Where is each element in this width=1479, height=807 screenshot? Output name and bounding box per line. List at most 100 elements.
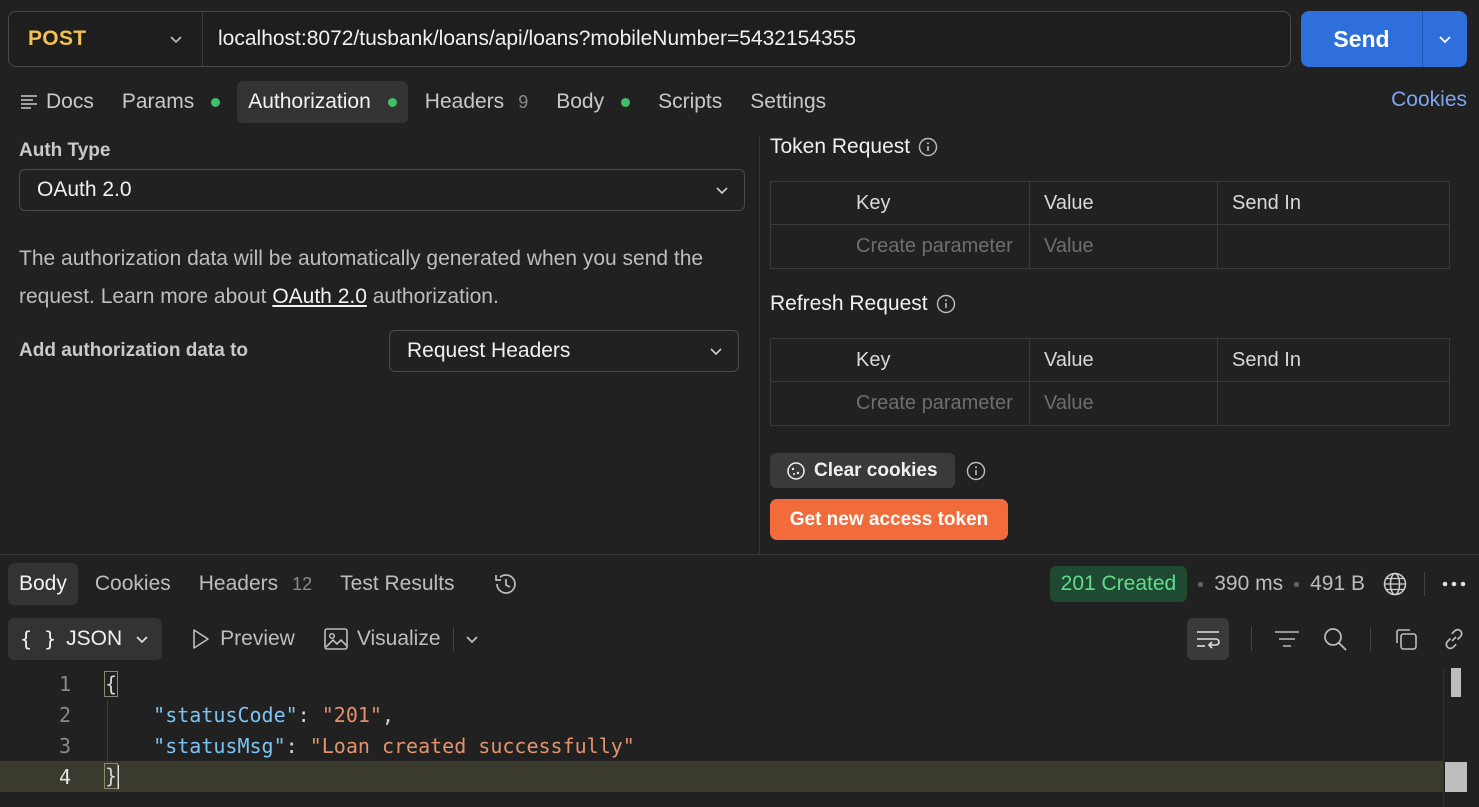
- key-input[interactable]: Create parameter: [771, 225, 1030, 268]
- code-content: {: [103, 670, 119, 697]
- token-request-table: Key Value Send In Create parameter Value: [770, 181, 1450, 269]
- scrollbar-thumb[interactable]: [1451, 668, 1461, 697]
- response-size[interactable]: 491 B: [1310, 572, 1365, 596]
- add-auth-data-select[interactable]: Request Headers: [389, 330, 739, 372]
- add-auth-data-value: Request Headers: [407, 339, 571, 362]
- format-label: JSON: [66, 627, 123, 650]
- response-tabs: Body Cookies Headers 12 Test Results: [8, 563, 520, 605]
- info-icon[interactable]: [966, 461, 986, 481]
- scroll-position-marker: [1445, 762, 1467, 792]
- url-input[interactable]: localhost:8072/tusbank/loans/api/loans?m…: [203, 27, 856, 51]
- globe-icon[interactable]: [1382, 571, 1408, 597]
- method-label: POST: [28, 27, 87, 50]
- code-content: }: [103, 762, 120, 790]
- tab-response-body[interactable]: Body: [8, 563, 78, 605]
- tab-label: Body: [556, 90, 605, 113]
- button-label: Clear cookies: [814, 459, 938, 481]
- cookies-link[interactable]: Cookies: [1391, 88, 1467, 112]
- search-icon[interactable]: [1322, 626, 1348, 652]
- modified-dot: [387, 97, 397, 107]
- response-body-editor[interactable]: 1 { 2 "statusCode": "201", 3 "statusMsg"…: [0, 668, 1479, 807]
- tab-body[interactable]: Body: [545, 81, 641, 123]
- column-header: Send In: [1218, 339, 1449, 382]
- send-button-group: Send: [1301, 11, 1467, 67]
- key-input[interactable]: Create parameter: [771, 382, 1030, 425]
- tab-label: Params: [121, 90, 195, 113]
- scrollbar-track: [1443, 668, 1444, 807]
- tab-label: Authorization: [248, 90, 371, 113]
- response-status-area: 201 Created 390 ms 491 B: [1049, 566, 1467, 602]
- line-number: 1: [58, 671, 71, 696]
- separator-dot: [1294, 581, 1300, 587]
- tab-test-results[interactable]: Test Results: [329, 563, 465, 605]
- tab-label: Body: [19, 572, 67, 595]
- chevron-down-icon: [170, 36, 182, 44]
- auth-type-value: OAuth 2.0: [37, 178, 132, 201]
- info-icon[interactable]: [918, 137, 938, 157]
- indent-guide: [107, 700, 108, 762]
- refresh-request-table: Key Value Send In Create parameter Value: [770, 338, 1450, 426]
- response-toolbar: { } JSON Preview Visualize: [8, 618, 480, 660]
- tab-label: Headers: [198, 572, 279, 595]
- code-line-current: 4 }: [0, 761, 1443, 792]
- section-title: Refresh Request: [770, 292, 928, 315]
- chevron-down-icon[interactable]: [464, 631, 480, 647]
- send-in-select[interactable]: [1218, 225, 1449, 268]
- visualize-button[interactable]: Visualize: [323, 627, 441, 651]
- desc-text-end: authorization.: [366, 285, 499, 308]
- tab-label: Test Results: [340, 572, 455, 595]
- code-line: 2 "statusCode": "201",: [0, 699, 1443, 730]
- json-key: "statusMsg": [153, 733, 286, 758]
- request-bar: POST localhost:8072/tusbank/loans/api/lo…: [8, 11, 1291, 67]
- image-icon: [324, 628, 348, 650]
- auth-type-label: Auth Type: [19, 140, 111, 161]
- auth-type-select[interactable]: OAuth 2.0: [19, 169, 745, 211]
- auth-description: The authorization data will be automatic…: [19, 240, 739, 316]
- tab-label: Docs: [46, 90, 94, 113]
- wrap-lines-button[interactable]: [1187, 618, 1229, 660]
- format-select[interactable]: { } JSON: [8, 618, 163, 660]
- get-new-access-token-button[interactable]: Get new access token: [770, 499, 1008, 540]
- tab-response-cookies[interactable]: Cookies: [84, 563, 182, 605]
- json-value: "201": [321, 702, 382, 727]
- response-time[interactable]: 390 ms: [1214, 572, 1283, 596]
- divider: [1370, 627, 1371, 651]
- section-title: Token Request: [770, 135, 911, 158]
- more-options-icon[interactable]: [1441, 580, 1467, 588]
- tab-authorization[interactable]: Authorization: [237, 81, 408, 123]
- divider: [1251, 627, 1252, 651]
- separator-dot: [1198, 581, 1204, 587]
- docs-icon: [21, 95, 37, 109]
- chevron-down-icon: [136, 636, 148, 644]
- send-button[interactable]: Send: [1301, 11, 1423, 67]
- history-icon[interactable]: [492, 570, 520, 598]
- tab-response-headers[interactable]: Headers 12: [188, 563, 323, 605]
- tab-scripts[interactable]: Scripts: [647, 81, 733, 123]
- tab-docs[interactable]: Docs: [8, 81, 105, 123]
- tab-headers[interactable]: Headers 9: [414, 81, 539, 123]
- send-options-button[interactable]: [1423, 11, 1467, 67]
- info-icon[interactable]: [936, 294, 956, 314]
- column-header: Key: [771, 182, 1030, 225]
- oauth-docs-link[interactable]: OAuth 2.0: [272, 285, 367, 308]
- send-in-select[interactable]: [1218, 382, 1449, 425]
- value-input[interactable]: Value: [1030, 225, 1218, 268]
- value-input[interactable]: Value: [1030, 382, 1218, 425]
- column-header: Value: [1030, 182, 1218, 225]
- refresh-request-title: Refresh Request: [770, 292, 956, 316]
- filter-icon[interactable]: [1274, 629, 1300, 649]
- copy-icon[interactable]: [1393, 626, 1419, 652]
- tab-settings[interactable]: Settings: [739, 81, 837, 123]
- button-label: Visualize: [356, 627, 441, 650]
- braces-icon: { }: [20, 627, 57, 651]
- status-badge[interactable]: 201 Created: [1049, 566, 1188, 602]
- modified-dot: [211, 97, 221, 107]
- line-number: 3: [58, 733, 71, 758]
- clear-cookies-button[interactable]: Clear cookies: [770, 453, 955, 488]
- column-header: Key: [771, 339, 1030, 382]
- tab-params[interactable]: Params: [111, 81, 231, 123]
- text-cursor: [117, 765, 120, 790]
- link-icon[interactable]: [1441, 626, 1467, 652]
- preview-button[interactable]: Preview: [188, 627, 295, 651]
- method-select[interactable]: POST: [9, 12, 203, 66]
